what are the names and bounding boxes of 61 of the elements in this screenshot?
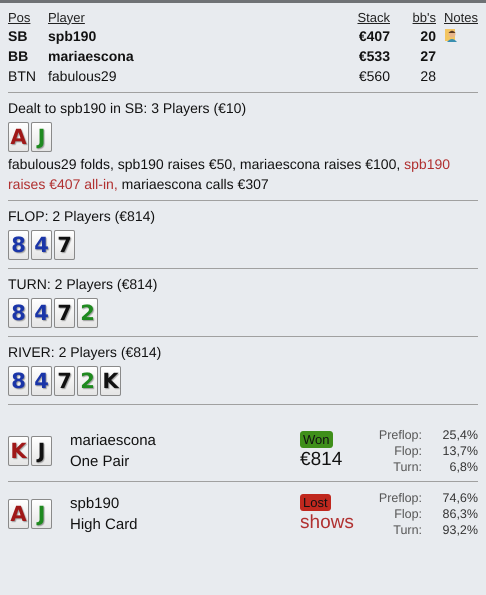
playing-card: A bbox=[8, 499, 29, 529]
hand-rank: One Pair bbox=[70, 452, 130, 472]
big-blinds-count: 27 bbox=[419, 48, 436, 64]
street-title: FLOP: 2 Players (€814) bbox=[8, 207, 156, 226]
big-blinds-count: 20 bbox=[419, 28, 436, 44]
street-title: RIVER: 2 Players (€814) bbox=[8, 343, 162, 362]
position-label: BTN bbox=[8, 68, 37, 84]
playing-card: 4 bbox=[31, 298, 52, 328]
stack-amount: €407 bbox=[358, 28, 390, 44]
playing-card: 4 bbox=[31, 366, 52, 396]
playing-card: J bbox=[31, 436, 52, 466]
playing-card: J bbox=[31, 122, 52, 152]
playing-card: 2 bbox=[77, 366, 98, 396]
result-amount: shows bbox=[300, 510, 355, 534]
playing-card: J bbox=[31, 499, 52, 529]
equity-value: 86,3% bbox=[442, 506, 478, 522]
stack-amount: €560 bbox=[358, 68, 390, 84]
playing-card: K bbox=[8, 436, 29, 466]
playing-card: A bbox=[8, 122, 29, 152]
player-name: mariaescona bbox=[48, 48, 135, 64]
equity-label: Preflop: bbox=[378, 490, 422, 506]
player-name: spb190 bbox=[70, 494, 120, 514]
equity-value: 13,7% bbox=[442, 443, 478, 459]
equity-value: 93,2% bbox=[442, 522, 478, 538]
equity-label: Flop: bbox=[393, 506, 422, 522]
playing-card: K bbox=[100, 366, 121, 396]
position-label: SB bbox=[8, 28, 28, 44]
player-name: mariaescona bbox=[70, 431, 157, 451]
equity-value: 74,6% bbox=[442, 490, 478, 506]
big-blinds-count: 28 bbox=[419, 68, 436, 84]
person-note-icon[interactable] bbox=[444, 26, 460, 42]
playing-card: 4 bbox=[31, 230, 52, 260]
player-name: spb190 bbox=[48, 28, 98, 44]
equity-label: Turn: bbox=[392, 522, 422, 538]
column-header[interactable]: Stack bbox=[357, 10, 390, 24]
playing-card: 7 bbox=[54, 366, 75, 396]
column-header[interactable]: Notes bbox=[444, 10, 478, 24]
equity-label: Flop: bbox=[393, 443, 422, 459]
equity-label: Turn: bbox=[392, 459, 422, 475]
action-summary: fabulous29 folds, spb190 raises €50, mariaescona raises €100, spb190 raises €407 all-in, mariaescona calls €307 bbox=[8, 155, 452, 194]
playing-card: 2 bbox=[77, 298, 98, 328]
result-amount: €814 bbox=[300, 448, 344, 472]
equity-label: Preflop: bbox=[378, 427, 422, 443]
player-name: fabulous29 bbox=[48, 68, 118, 84]
column-header[interactable]: Player bbox=[48, 10, 85, 24]
street-title: TURN: 2 Players (€814) bbox=[8, 275, 158, 294]
playing-card: 7 bbox=[54, 230, 75, 260]
playing-card: 8 bbox=[8, 230, 29, 260]
column-header[interactable]: Pos bbox=[8, 10, 30, 24]
result-badge: Lost bbox=[300, 494, 331, 510]
column-header[interactable]: bb's bbox=[412, 10, 436, 24]
position-label: BB bbox=[8, 48, 30, 64]
result-badge: Won bbox=[300, 430, 332, 448]
hand-rank: High Card bbox=[70, 515, 139, 535]
street-title: Dealt to spb190 in SB: 3 Players (€10) bbox=[8, 99, 248, 118]
equity-value: 25,4% bbox=[442, 427, 478, 443]
playing-card: 8 bbox=[8, 366, 29, 396]
playing-card: 8 bbox=[8, 298, 29, 328]
playing-card: 7 bbox=[54, 298, 75, 328]
stack-amount: €533 bbox=[358, 48, 390, 64]
equity-value: 6,8% bbox=[448, 459, 478, 475]
